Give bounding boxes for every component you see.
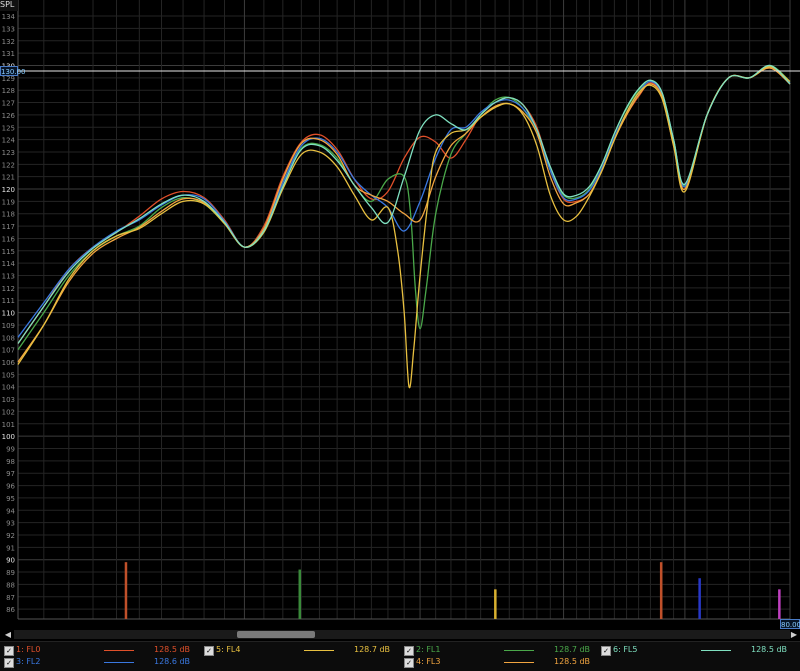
- y-tick-label: 96: [6, 483, 15, 491]
- y-tick-label: 106: [2, 359, 16, 367]
- y-tick-label: 117: [2, 223, 15, 231]
- peak-marker: [659, 562, 663, 619]
- y-tick-label: 107: [2, 347, 15, 355]
- y-tick-label: 91: [6, 544, 15, 552]
- y-tick-label: 115: [2, 248, 15, 256]
- y-tick-label: 119: [2, 198, 15, 206]
- legend-checkbox[interactable]: ✓: [404, 658, 414, 668]
- y-tick-label: 87: [6, 594, 15, 602]
- y-tick-label: 125: [2, 124, 15, 132]
- legend-item[interactable]: ✓ 2: FL1 128.7 dB: [404, 644, 594, 656]
- y-tick-label: 88: [6, 581, 15, 589]
- legend-item[interactable]: ✓ 5: FL4 128.7 dB: [204, 644, 394, 656]
- scroll-left-icon[interactable]: ◀: [2, 630, 14, 639]
- y-tick-label: 92: [6, 532, 15, 540]
- y-tick-label: 123: [2, 149, 15, 157]
- legend-checkbox[interactable]: ✓: [4, 658, 14, 668]
- legend-label: 2: FL1: [416, 645, 441, 654]
- y-tick-label: 89: [6, 569, 15, 577]
- legend-swatch: [701, 650, 731, 651]
- y-tick-label: 110: [2, 310, 15, 318]
- y-tick-label: 108: [2, 334, 15, 342]
- scroll-right-icon[interactable]: ▶: [788, 630, 800, 639]
- legend-checkbox[interactable]: ✓: [204, 646, 214, 656]
- y-tick-label: 127: [2, 100, 15, 108]
- y-tick-label: 134: [2, 13, 16, 21]
- legend-value: 128.7 dB: [354, 645, 391, 654]
- cursor-y-value[interactable]: 130.00: [0, 66, 26, 76]
- legend-swatch: [504, 650, 534, 651]
- legend-label: 6: FL5: [613, 645, 638, 654]
- y-tick-label: 116: [2, 235, 16, 243]
- y-tick-label: 113: [2, 273, 15, 281]
- y-axis-label: SPL: [0, 0, 18, 11]
- legend-item[interactable]: ✓ 6: FL5 128.5 dB: [601, 644, 791, 656]
- y-tick-label: 133: [2, 25, 15, 33]
- y-tick-label: 86: [6, 606, 15, 614]
- y-tick-label: 98: [6, 458, 15, 466]
- legend-item[interactable]: ✓ 3: FL2 128.6 dB: [4, 656, 194, 668]
- y-tick-label: 128: [2, 87, 15, 95]
- y-tick-label: 105: [2, 371, 15, 379]
- peak-marker: [494, 589, 497, 619]
- legend-label: 1: FL0: [16, 645, 41, 654]
- y-tick-label: 94: [6, 507, 15, 515]
- legend-value: 128.6 dB: [154, 657, 191, 666]
- legend-item[interactable]: ✓ 4: FL3 128.5 dB: [404, 656, 594, 668]
- y-tick-label: 126: [2, 112, 16, 120]
- cursor-x-value[interactable]: 80.00: [780, 619, 800, 629]
- legend-swatch: [304, 650, 334, 651]
- legend-label: 4: FL3: [416, 657, 441, 666]
- legend-checkbox[interactable]: ✓: [404, 646, 414, 656]
- y-tick-label: 102: [2, 408, 15, 416]
- y-tick-label: 121: [2, 174, 15, 182]
- peak-marker: [778, 589, 781, 619]
- legend-label: 5: FL4: [216, 645, 241, 654]
- y-tick-label: 131: [2, 50, 15, 58]
- legend-swatch: [104, 662, 134, 663]
- peak-marker: [698, 578, 701, 619]
- legend-value: 128.7 dB: [554, 645, 591, 654]
- horizontal-scrollbar[interactable]: [14, 630, 790, 639]
- y-tick-label: 120: [2, 186, 15, 194]
- y-tick-label: 95: [6, 495, 15, 503]
- y-tick-label: 90: [6, 557, 15, 565]
- y-tick-label: 112: [2, 285, 15, 293]
- legend-value: 128.5 dB: [154, 645, 191, 654]
- y-tick-label: 93: [6, 520, 15, 528]
- y-tick-label: 104: [2, 384, 16, 392]
- spl-chart[interactable]: 86 87 88 89 90 91 92 93 94 95 96 97 98 99 100 101 102 103…: [0, 0, 800, 620]
- legend-swatch: [504, 662, 534, 663]
- legend-checkbox[interactable]: ✓: [4, 646, 14, 656]
- legend-swatch: [104, 650, 134, 651]
- scroll-thumb[interactable]: [237, 631, 315, 638]
- legend: ✓ 1: FL0 128.5 dB ✓ 2: FL1 128.7 dB ✓ 3: FL2 128…: [0, 641, 800, 671]
- peak-marker: [124, 562, 128, 619]
- legend-value: 128.5 dB: [554, 657, 591, 666]
- y-tick-label: 101: [2, 421, 15, 429]
- legend-label: 3: FL2: [16, 657, 41, 666]
- legend-item[interactable]: ✓ 1: FL0 128.5 dB: [4, 644, 194, 656]
- y-tick-label: 99: [6, 445, 15, 453]
- y-tick-label: 109: [2, 322, 15, 330]
- y-tick-label: 111: [2, 297, 15, 305]
- legend-value: 128.5 dB: [751, 645, 788, 654]
- y-tick-label: 97: [6, 470, 15, 478]
- y-tick-label: 114: [2, 260, 16, 268]
- legend-checkbox[interactable]: ✓: [601, 646, 611, 656]
- y-tick-label: 103: [2, 396, 15, 404]
- peak-marker: [298, 569, 302, 619]
- y-tick-label: 100: [2, 433, 15, 441]
- y-tick-label: 124: [2, 137, 16, 145]
- y-tick-label: 122: [2, 161, 15, 169]
- y-tick-label: 132: [2, 38, 15, 46]
- y-tick-label: 118: [2, 211, 15, 219]
